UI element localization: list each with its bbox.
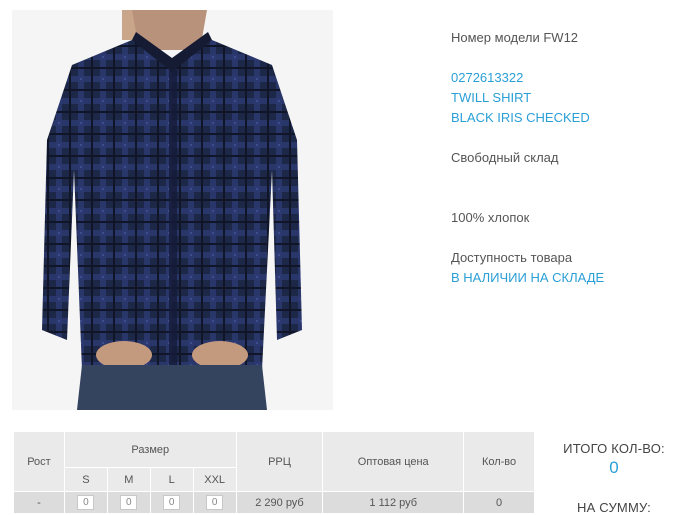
- total-qty-label: ИТОГО КОЛ-ВО:: [563, 441, 665, 456]
- order-totals: ИТОГО КОЛ-ВО: 0 НА СУММУ:: [552, 441, 676, 515]
- availability-label: Доступность товара: [451, 250, 573, 265]
- availability-status: В НАЛИЧИИ НА СКЛАДЕ: [451, 270, 605, 285]
- qty-input-xxl[interactable]: 0: [206, 495, 224, 510]
- product-sku: 0272613322: [451, 70, 524, 85]
- header-wholesale-price: Оптовая цена: [322, 431, 465, 492]
- shirt-image: [12, 10, 333, 410]
- warehouse-type: Свободный склад: [451, 150, 559, 165]
- model-number: Номер модели FW12: [451, 30, 579, 45]
- header-height: Рост: [13, 431, 65, 492]
- qty-input-m[interactable]: 0: [120, 495, 138, 510]
- product-name: TWILL SHIRT: [451, 90, 532, 105]
- row-quantity: 0: [463, 491, 535, 514]
- product-info: Номер модели FW12 0272613322 TWILL SHIRT…: [451, 28, 604, 288]
- header-quantity: Кол-во: [463, 431, 535, 492]
- total-qty-value: 0: [609, 458, 619, 477]
- size-xxl: XXL: [192, 467, 237, 492]
- row-wholesale-price: 1 112 руб: [322, 491, 465, 514]
- qty-input-l[interactable]: 0: [163, 495, 181, 510]
- product-color: BLACK IRIS CHECKED: [451, 110, 590, 125]
- table-row: - 0 0 0 0 2 290 руб 1 112 руб 0: [13, 491, 535, 514]
- row-rrp: 2 290 руб: [235, 491, 324, 514]
- size-table: Рост Размер РРЦ Оптовая цена Кол-во S M …: [13, 431, 535, 514]
- header-size: Размер: [63, 431, 237, 468]
- material: 100% хлопок: [451, 210, 530, 225]
- size-m: M: [106, 467, 151, 492]
- header-rrp: РРЦ: [235, 431, 324, 492]
- row-height: -: [13, 491, 65, 514]
- size-l: L: [149, 467, 194, 492]
- size-s: S: [63, 467, 108, 492]
- qty-input-s[interactable]: 0: [77, 495, 95, 510]
- total-sum-label: НА СУММУ:: [577, 500, 651, 515]
- product-photo: [12, 10, 333, 410]
